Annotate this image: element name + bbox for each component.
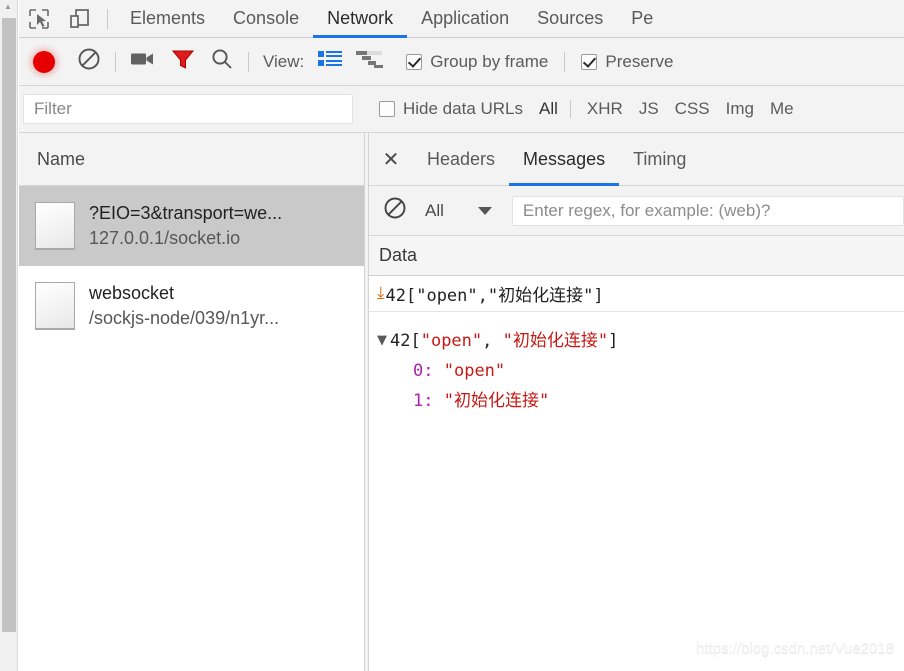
chevron-down-icon[interactable] <box>477 206 492 215</box>
list-item[interactable]: ⤓ 42["open","初始化连接"] <box>369 276 904 312</box>
hide-data-urls-checkbox[interactable] <box>379 101 395 117</box>
filter-type-media[interactable]: Me <box>770 99 794 119</box>
request-domain: 127.0.0.1/socket.io <box>89 228 241 248</box>
tab-console[interactable]: Console <box>219 0 313 38</box>
screenshot-camera-icon[interactable] <box>130 49 156 74</box>
message-type-filter[interactable]: All <box>425 201 444 221</box>
message-filter-bar: All <box>369 186 904 236</box>
summary-value-1: "初始化连接" <box>502 331 609 351</box>
scroll-up-arrow-icon[interactable]: ▲ <box>3 3 13 11</box>
tab-performance[interactable]: Pe <box>617 0 667 38</box>
outer-scrollbar[interactable]: ▲ <box>0 0 18 671</box>
outer-scrollbar-thumb[interactable] <box>2 18 16 632</box>
tab-timing-label: Timing <box>633 148 687 169</box>
network-toolbar: View: Group by frame Preserve <box>19 38 904 86</box>
view-label: View: <box>263 51 305 71</box>
table-row[interactable]: websocket /sockjs-node/039/n1yr... <box>19 266 364 346</box>
inspect-cursor-icon[interactable] <box>19 1 59 37</box>
triangle-down-icon[interactable]: ▼ <box>377 326 387 356</box>
detail-pane: ✕ Headers Messages Timing All Enter rege… <box>369 133 904 671</box>
detail-tab-bar: ✕ Headers Messages Timing <box>369 133 904 186</box>
group-by-frame-label: Group by frame <box>430 51 549 71</box>
tab-elements-label: Elements <box>130 8 206 28</box>
tab-messages-label: Messages <box>523 148 606 169</box>
filter-row: Hide data URLs All XHR JS CSS Img Me <box>19 86 904 133</box>
tab-network[interactable]: Network <box>313 0 407 38</box>
preserve-log-checkbox[interactable] <box>581 53 598 70</box>
tab-headers[interactable]: Headers <box>413 133 509 186</box>
tab-messages[interactable]: Messages <box>509 133 619 186</box>
data-column-header[interactable]: Data <box>369 236 904 276</box>
message-text: 42["open","初始化连接"] <box>385 286 604 306</box>
message-detail-tree: ▼ 42["open", "初始化连接"] 0: "open" 1: "初始化连… <box>369 312 904 416</box>
toolbar-divider <box>107 8 108 29</box>
close-icon[interactable]: ✕ <box>369 133 413 185</box>
message-tree-child[interactable]: 1: "初始化连接" <box>377 386 904 416</box>
close-glyph: ✕ <box>382 148 400 171</box>
filter-type-css[interactable]: CSS <box>675 99 710 119</box>
request-name-column-label: Name <box>37 148 86 169</box>
tab-elements[interactable]: Elements <box>116 0 219 38</box>
tab-application-label: Application <box>421 8 510 28</box>
summary-value-0: "open" <box>420 331 483 351</box>
document-icon <box>35 282 75 330</box>
group-by-frame-checkbox[interactable] <box>406 53 423 70</box>
filter-funnel-icon[interactable] <box>170 47 196 76</box>
tab-application[interactable]: Application <box>407 0 523 38</box>
search-icon[interactable] <box>210 47 234 76</box>
child-key-1: 1: <box>413 391 434 411</box>
message-tree-summary[interactable]: ▼ 42["open", "初始化连接"] <box>377 326 904 356</box>
document-icon <box>35 202 75 250</box>
child-value-1: "初始化连接" <box>443 391 550 411</box>
waterfall-view-icon[interactable] <box>356 50 384 73</box>
request-domain: /sockjs-node/039/n1yr... <box>89 308 280 328</box>
tab-sources-label: Sources <box>537 8 604 28</box>
message-tree-summary-text: 42["open", "初始化连接"] <box>390 326 618 356</box>
toolbar-divider-2 <box>115 51 116 72</box>
devtools-panel: Elements Console Network Application Sou… <box>19 0 904 671</box>
tab-timing[interactable]: Timing <box>619 133 700 186</box>
filter-type-img[interactable]: Img <box>726 99 754 119</box>
filter-input[interactable] <box>23 94 353 124</box>
filter-type-divider <box>569 100 571 118</box>
tab-headers-label: Headers <box>427 148 496 169</box>
table-row[interactable]: ?EIO=3&transport=we... 127.0.0.1/socket.… <box>19 186 364 266</box>
incoming-arrow-icon: ⤓ <box>377 283 385 303</box>
tab-performance-label: Pe <box>631 8 654 28</box>
message-regex-input[interactable] <box>511 195 904 226</box>
child-value-0: "open" <box>443 361 506 381</box>
clear-icon[interactable] <box>383 196 407 225</box>
record-button-icon[interactable] <box>33 50 55 73</box>
toolbar-divider-4 <box>564 51 566 72</box>
devtools-window: ▲ Elements Console Network Application S… <box>0 0 904 671</box>
network-body: Name ?EIO=3&transport=we... 127.0.0.1/so… <box>19 133 904 671</box>
filter-type-xhr[interactable]: XHR <box>587 99 623 119</box>
request-list-pane: Name ?EIO=3&transport=we... 127.0.0.1/so… <box>19 133 365 671</box>
hide-data-urls-label: Hide data URLs <box>403 99 524 118</box>
request-name: websocket <box>89 283 175 303</box>
request-name-column-header[interactable]: Name <box>19 133 364 186</box>
list-view-icon[interactable] <box>318 50 343 73</box>
toolbar-divider-3 <box>248 51 249 72</box>
tab-console-label: Console <box>233 8 300 28</box>
filter-type-all[interactable]: All <box>539 99 558 119</box>
message-tree-child[interactable]: 0: "open" <box>377 356 904 386</box>
watermark: https://blog.csdn.net/Vue2018 <box>696 640 894 657</box>
summary-comma: , <box>482 331 503 351</box>
summary-prefix: 42[ <box>390 331 421 351</box>
device-toolbar-icon[interactable] <box>59 1 99 37</box>
filter-type-js[interactable]: JS <box>639 99 659 119</box>
clear-icon[interactable] <box>77 47 101 76</box>
child-key-0: 0: <box>413 361 434 381</box>
summary-suffix: ] <box>608 331 619 351</box>
preserve-log-label: Preserve <box>605 51 674 71</box>
data-column-label: Data <box>379 245 418 265</box>
tab-network-label: Network <box>327 8 394 28</box>
main-tab-bar: Elements Console Network Application Sou… <box>19 0 904 38</box>
tab-sources[interactable]: Sources <box>523 0 617 38</box>
request-name: ?EIO=3&transport=we... <box>89 203 283 223</box>
